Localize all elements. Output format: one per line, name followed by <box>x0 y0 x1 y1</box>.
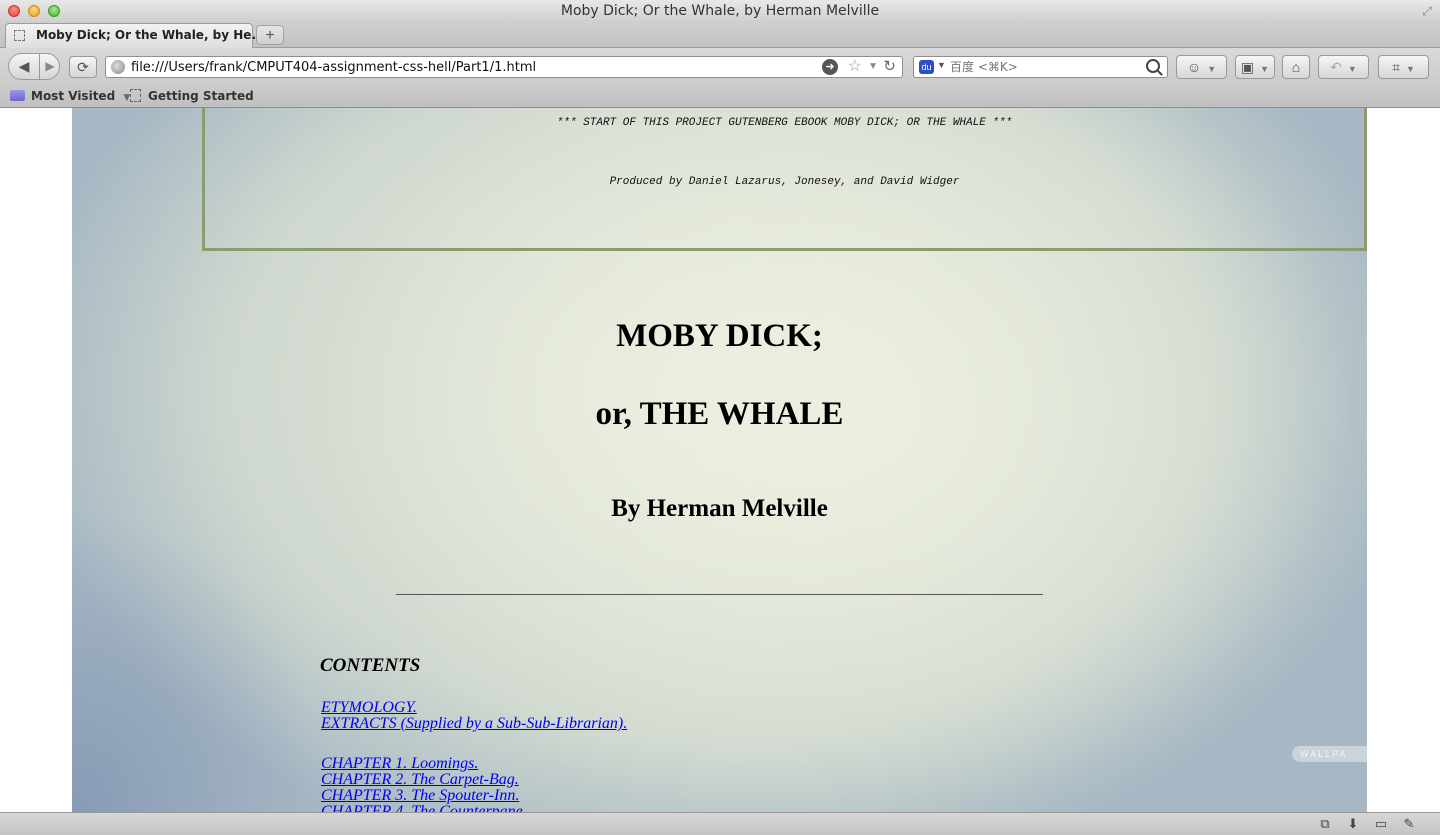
tabs-view-icon[interactable]: ⧉ <box>1317 817 1333 831</box>
url-bar[interactable]: file:///Users/frank/CMPUT404-assignment-… <box>105 56 903 78</box>
sync-button[interactable]: ⟳ <box>69 56 97 78</box>
chevron-down-icon: ▼ <box>1207 64 1217 74</box>
window-title: Moby Dick; Or the Whale, by Herman Melvi… <box>560 3 880 19</box>
navigation-toolbar: ◀ ▶ ⟳ file:///Users/frank/CMPUT404-assig… <box>0 48 1440 86</box>
bookmark-label: Most Visited <box>31 89 116 103</box>
toc-link-etymology[interactable]: ETYMOLOGY. <box>321 699 417 716</box>
smiley-icon: ☺ <box>1186 59 1202 75</box>
crop-tool-button[interactable]: ⌗ ▼ <box>1378 55 1429 79</box>
search-bar[interactable]: du ▼ <box>913 56 1168 78</box>
forward-arrow-icon[interactable]: ▶ <box>40 54 59 79</box>
status-bar: ⧉ ⬇ ▭ ✎ <box>0 812 1440 835</box>
bookmarks-menu-button[interactable]: ▣ ▼ <box>1235 55 1275 79</box>
search-engine-icon[interactable]: du <box>919 60 934 74</box>
addon-bar-icon[interactable]: ▭ <box>1373 817 1389 831</box>
book-subtitle: or, THE WHALE <box>595 396 844 432</box>
back-forward-buttons: ◀ ▶ <box>8 53 60 80</box>
book-title: MOBY DICK; <box>616 318 823 354</box>
addon-menu-button[interactable]: ☺ ▼ <box>1176 55 1227 79</box>
undo-icon: ↶ <box>1330 59 1342 75</box>
undo-button[interactable]: ↶ ▼ <box>1318 55 1369 79</box>
folder-icon <box>10 90 25 101</box>
search-icon[interactable] <box>1146 59 1160 73</box>
new-tab-button[interactable]: + <box>256 25 284 45</box>
reload-icon[interactable]: ↻ <box>883 57 896 77</box>
url-text[interactable]: file:///Users/frank/CMPUT404-assignment-… <box>131 60 536 75</box>
bookmark-label: Getting Started <box>148 89 254 103</box>
fullscreen-icon[interactable]: ⤢ <box>1420 4 1434 18</box>
globe-icon <box>111 60 125 74</box>
bookmarks-icon: ▣ <box>1240 59 1255 75</box>
go-arrow-icon[interactable]: ➜ <box>822 59 838 75</box>
bookmarks-toolbar: Most Visited ▼ Getting Started <box>0 86 1440 108</box>
download-icon[interactable]: ⬇ <box>1345 817 1361 831</box>
crop-icon: ⌗ <box>1392 59 1400 75</box>
bookmark-getting-started[interactable]: Getting Started <box>130 88 254 105</box>
window-titlebar: Moby Dick; Or the Whale, by Herman Melvi… <box>0 0 1440 22</box>
wallpaper-watermark: WALLPA <box>1292 746 1367 762</box>
divider <box>396 594 1043 595</box>
home-icon: ⌂ <box>1291 59 1301 75</box>
chevron-down-icon: ▼ <box>1260 64 1270 74</box>
home-button[interactable]: ⌂ <box>1282 55 1310 79</box>
bookmark-star-icon[interactable]: ☆ <box>848 57 862 77</box>
engine-dropdown-icon[interactable]: ▼ <box>937 60 946 70</box>
gutenberg-header-box: *** START OF THIS PROJECT GUTENBERG EBOO… <box>202 108 1367 251</box>
toc-link-chapter-4[interactable]: CHAPTER 4. The Counterpane. <box>321 803 527 812</box>
sync-icon: ⟳ <box>77 59 89 75</box>
search-input[interactable] <box>950 59 1140 75</box>
toc-link-chapter-2[interactable]: CHAPTER 2. The Carpet-Bag. <box>321 771 519 788</box>
wrench-icon[interactable]: ✎ <box>1401 817 1417 831</box>
produced-by-line: Produced by Daniel Lazarus, Jonesey, and… <box>609 176 960 188</box>
page-viewport[interactable]: *** START OF THIS PROJECT GUTENBERG EBOO… <box>0 108 1440 812</box>
history-dropdown-icon[interactable]: ▼ <box>868 59 878 75</box>
tab-label: Moby Dick; Or the Whale, by He... <box>36 28 266 42</box>
page-icon <box>14 30 25 41</box>
toc-link-extracts[interactable]: EXTRACTS (Supplied by a Sub-Sub-Libraria… <box>321 715 627 732</box>
tab-moby-dick[interactable]: Moby Dick; Or the Whale, by He... <box>5 23 265 48</box>
book-author: By Herman Melville <box>611 495 828 522</box>
bookmark-most-visited[interactable]: Most Visited ▼ <box>10 88 130 105</box>
chevron-down-icon: ▼ <box>1405 64 1415 74</box>
gutenberg-start-line: *** START OF THIS PROJECT GUTENBERG EBOO… <box>556 117 1013 129</box>
contents-heading: CONTENTS <box>320 655 421 676</box>
chevron-down-icon: ▼ <box>1347 64 1357 74</box>
back-arrow-icon[interactable]: ◀ <box>9 54 40 79</box>
tab-bar: Moby Dick; Or the Whale, by He... + <box>0 22 1440 48</box>
page-icon <box>130 89 141 102</box>
toc-link-chapter-3[interactable]: CHAPTER 3. The Spouter-Inn. <box>321 787 519 804</box>
toc-link-chapter-1[interactable]: CHAPTER 1. Loomings. <box>321 755 478 772</box>
